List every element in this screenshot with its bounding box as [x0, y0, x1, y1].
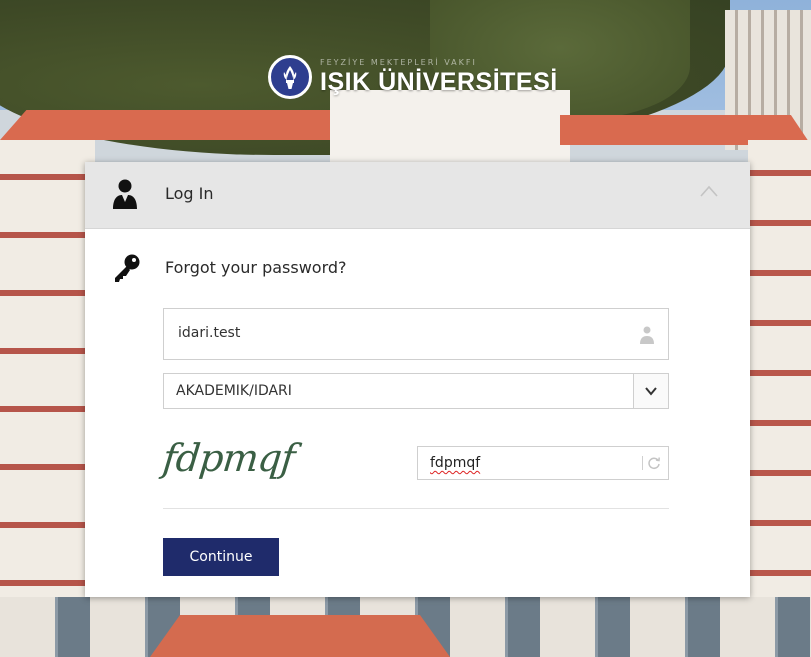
user-type-select[interactable]: AKADEMIK/IDARI [163, 373, 669, 409]
forgot-password-row: Forgot your password? [85, 252, 750, 292]
brand-text: FEYZİYE MEKTEPLERİ VAKFI IŞIK ÜNİVERSİTE… [320, 58, 558, 96]
username-value: idari.test [178, 325, 241, 341]
captcha-image-text: fdpmqf [160, 436, 297, 480]
forgot-password-link[interactable]: Forgot your password? [165, 258, 347, 277]
person-icon [640, 326, 654, 344]
refresh-icon[interactable] [647, 456, 661, 470]
user-type-value: AKADEMIK/IDARI [176, 383, 292, 399]
login-page: FEYZİYE MEKTEPLERİ VAKFI IŞIK ÜNİVERSİTE… [0, 0, 811, 657]
select-caret-button[interactable] [633, 374, 668, 408]
login-panel: Log In Forgot your password? idari.test … [85, 162, 750, 597]
chevron-up-icon[interactable] [699, 184, 719, 198]
divider [163, 508, 669, 509]
building-wall [330, 90, 570, 170]
captcha-input-separator [642, 456, 643, 470]
captcha-input-value: fdpmqf [430, 455, 481, 471]
brand-name: IŞIK ÜNİVERSİTESİ [320, 68, 558, 96]
building-roof [0, 110, 330, 140]
torch-icon [283, 66, 297, 89]
login-panel-header[interactable]: Log In [85, 162, 750, 229]
building-roof [150, 615, 450, 657]
panel-title: Log In [165, 184, 214, 203]
key-icon [115, 254, 140, 282]
captcha-input[interactable]: fdpmqf [417, 446, 669, 480]
chevron-down-icon [645, 387, 657, 396]
captcha-image: fdpmqf [160, 430, 333, 490]
university-logo-icon [268, 55, 312, 99]
university-brand: FEYZİYE MEKTEPLERİ VAKFI IŞIK ÜNİVERSİTE… [268, 55, 558, 99]
building-wall [748, 140, 811, 657]
brand-tagline: FEYZİYE MEKTEPLERİ VAKFI [320, 58, 477, 67]
continue-button[interactable]: Continue [163, 538, 279, 576]
user-icon [113, 179, 137, 209]
building-wall [0, 140, 95, 657]
username-field[interactable]: idari.test [163, 308, 669, 360]
